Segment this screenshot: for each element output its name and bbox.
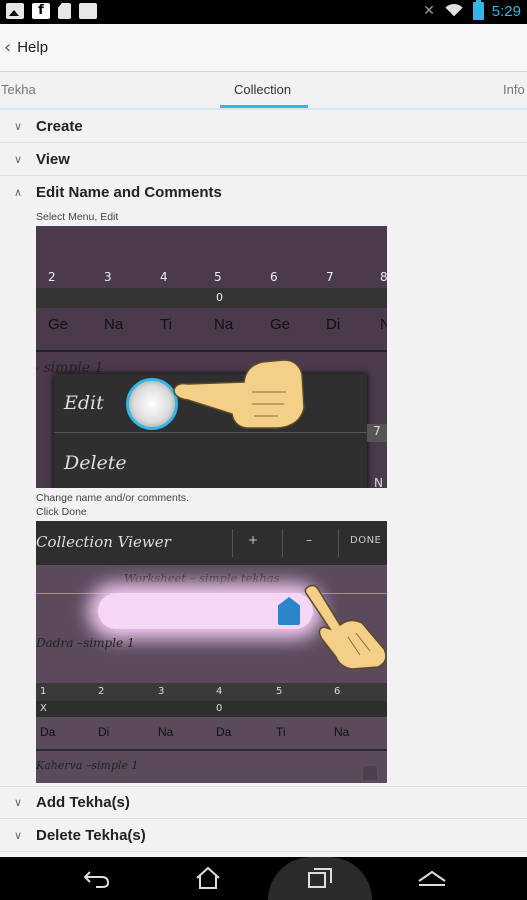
tab-indicator xyxy=(220,105,308,108)
back-chevron-icon[interactable]: ‹ xyxy=(4,37,11,58)
facebook-icon: f xyxy=(32,3,50,19)
chevron-down-icon: ∨ xyxy=(13,796,23,809)
clock: 5:29 xyxy=(491,2,521,20)
section-label: Create xyxy=(36,117,83,135)
back-icon[interactable] xyxy=(78,863,114,893)
name-field-text: Worksheet – simple tekhas xyxy=(124,571,280,585)
tab-collection[interactable]: Collection xyxy=(234,82,291,97)
chevron-up-icon: ∧ xyxy=(13,186,23,199)
section-delete-tekha[interactable]: ∨ Delete Tekha(s) xyxy=(0,819,527,852)
beat-numbers: 1 2 3 4 5 6 xyxy=(36,683,387,701)
menu-item-delete: Delete xyxy=(64,452,127,474)
help-screenshot-edit-name: Collection Viewer + – DONE Worksheet – s… xyxy=(36,521,387,783)
image-icon xyxy=(6,3,24,19)
navigation-bar xyxy=(0,857,527,900)
action-bar: ‹ Help xyxy=(0,24,527,72)
checkbox-icon xyxy=(362,765,378,781)
page-title[interactable]: Help xyxy=(17,39,48,56)
home-icon[interactable] xyxy=(190,863,226,893)
minus-button: – xyxy=(306,533,312,547)
collection-row-name-2: Kaherva –simple 1 xyxy=(36,759,139,772)
section-label: Edit Name and Comments xyxy=(36,184,222,201)
collection-row-name: Dadra –simple 1 xyxy=(36,636,135,650)
sd-card-icon xyxy=(58,3,71,19)
tab-tekha[interactable]: Tekha xyxy=(1,82,36,97)
battery-icon xyxy=(472,0,484,20)
pointing-hand-icon xyxy=(304,584,387,670)
menu-item-edit: Edit xyxy=(64,392,104,414)
caption-select-menu: Select Menu, Edit xyxy=(36,211,119,223)
caption-click-done: Click Done xyxy=(36,506,87,518)
viewer-toolbar: Collection Viewer + – DONE xyxy=(36,521,387,565)
section-view[interactable]: ∨ View xyxy=(0,143,527,176)
beat-numbers: 2 3 4 5 6 7 8 xyxy=(48,270,387,284)
caption-change-name: Change name and/or comments. xyxy=(36,492,189,504)
tab-info[interactable]: Info xyxy=(503,82,525,97)
strip-n: N xyxy=(374,476,383,488)
done-button: DONE xyxy=(350,535,382,546)
mute-icon: ✕ xyxy=(423,3,435,19)
chevron-down-icon: ∨ xyxy=(13,828,23,842)
plus-button: + xyxy=(248,533,259,547)
status-bar: f ✕ 5:29 xyxy=(0,0,527,24)
chevron-down-icon: ∨ xyxy=(13,152,23,166)
section-label: View xyxy=(36,150,70,168)
pointing-hand-icon xyxy=(173,359,305,429)
tab-bar: Tekha Collection Info xyxy=(0,72,527,110)
section-add-tekha[interactable]: ∨ Add Tekha(s) xyxy=(0,786,527,819)
help-screenshot-edit-menu: 2 3 4 5 6 7 8 0 Ge Na Ti Na Ge Di N – si… xyxy=(36,226,387,488)
section-edit[interactable]: ∧ Edit Name and Comments xyxy=(0,176,527,209)
section-label: Delete Tekha(s) xyxy=(36,826,146,844)
sam-row: X 0 xyxy=(36,701,387,717)
section-label: Add Tekha(s) xyxy=(36,794,130,811)
chevron-down-icon: ∨ xyxy=(13,119,23,133)
viewer-title: Collection Viewer xyxy=(36,533,171,551)
section-create[interactable]: ∨ Create xyxy=(0,110,527,143)
strip-number: 7 xyxy=(367,424,387,442)
briefcase-icon xyxy=(79,3,97,19)
recent-apps-icon[interactable] xyxy=(302,863,338,893)
menu-up-icon[interactable] xyxy=(414,863,450,893)
sam-row: 0 xyxy=(36,288,387,308)
wifi-icon xyxy=(442,2,465,20)
